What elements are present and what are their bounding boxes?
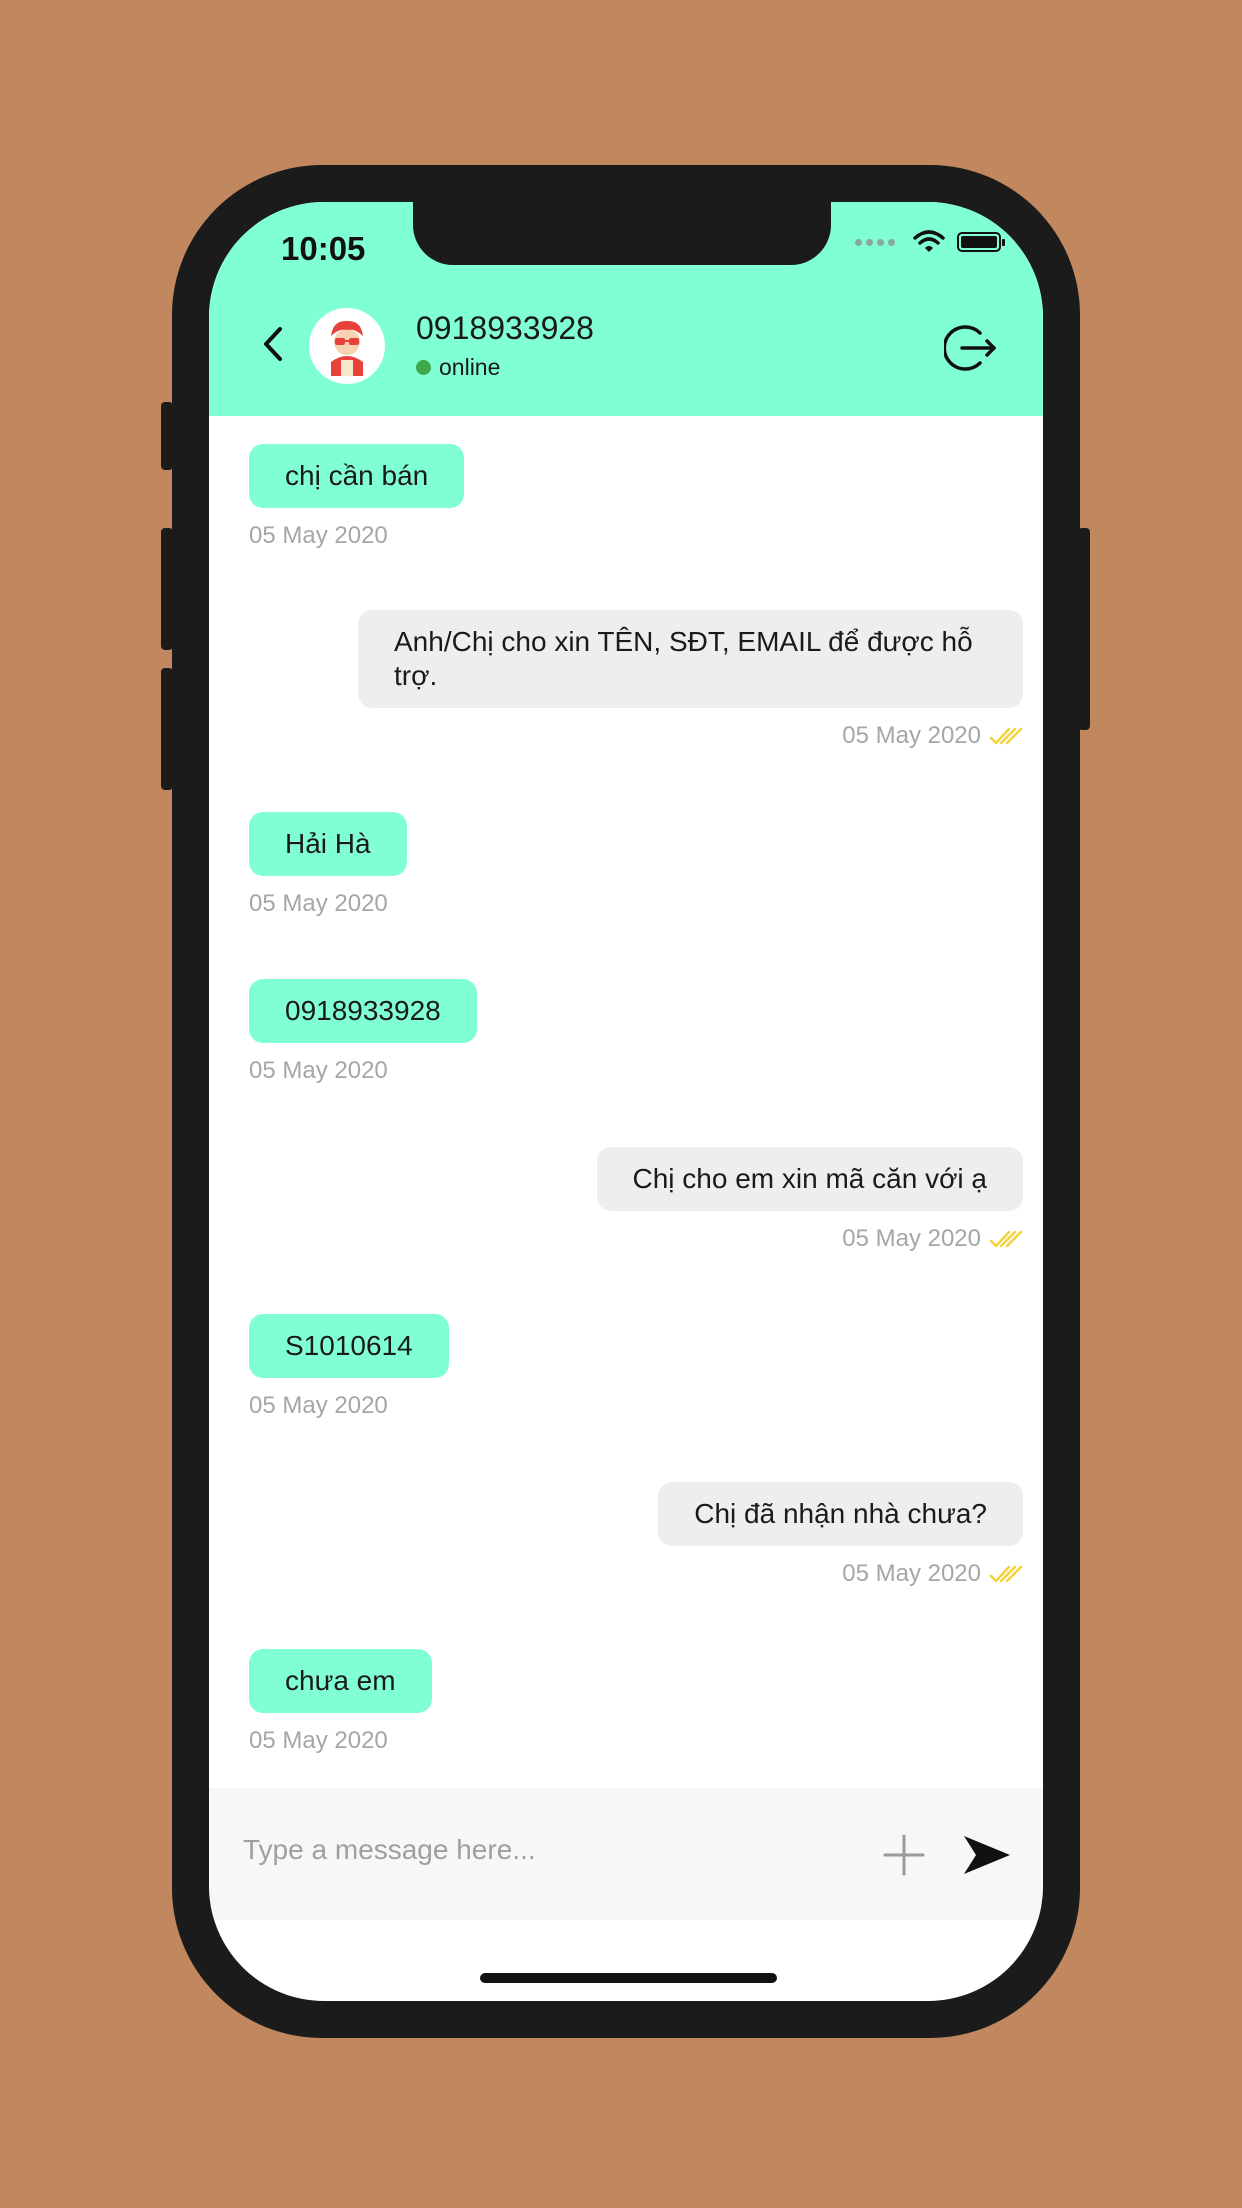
message-date: 05 May 2020 <box>249 1392 388 1419</box>
presence-status: online <box>416 354 500 381</box>
wifi-icon <box>913 230 945 252</box>
message-date: 05 May 2020 <box>249 1057 388 1084</box>
message-input[interactable]: Type a message here... <box>243 1834 536 1866</box>
logout-button[interactable] <box>943 320 999 376</box>
double-check-icon <box>989 1230 1023 1248</box>
message-list[interactable]: chị cần bán 05 May 2020 Anh/Chị cho xin … <box>209 416 1043 1788</box>
battery-icon <box>957 232 1005 252</box>
message-incoming: Hải Hà 05 May 2020 <box>249 812 407 918</box>
message-incoming: 0918933928 05 May 2020 <box>249 979 477 1085</box>
message-bubble[interactable]: Chị cho em xin mã căn với ạ <box>596 1147 1023 1211</box>
message-incoming: S1010614 05 May 2020 <box>249 1314 449 1420</box>
double-check-icon <box>989 1565 1023 1583</box>
message-date: 05 May 2020 <box>842 1225 981 1252</box>
notch <box>413 202 831 265</box>
online-dot-icon <box>416 360 431 375</box>
message-date: 05 May 2020 <box>249 1727 388 1754</box>
message-bubble[interactable]: Chị đã nhận nhà chưa? <box>658 1482 1023 1546</box>
logout-icon <box>944 325 996 371</box>
signal-icon <box>855 238 895 246</box>
phone-frame: 10:05 0918933928 online chị cần bán 05 M… <box>172 165 1080 2038</box>
message-bubble[interactable]: Hải Hà <box>249 812 407 876</box>
chevron-left-icon <box>264 327 282 361</box>
double-check-icon <box>989 727 1023 745</box>
home-indicator[interactable] <box>480 1973 777 1983</box>
back-button[interactable] <box>255 326 291 362</box>
message-date: 05 May 2020 <box>249 522 388 549</box>
message-bubble[interactable]: Anh/Chị cho xin TÊN, SĐT, EMAIL để được … <box>358 610 1023 708</box>
message-outgoing: Chị đã nhận nhà chưa? 05 May 2020 <box>658 1482 1023 1588</box>
send-icon <box>964 1836 1010 1874</box>
send-button[interactable] <box>962 1832 1012 1878</box>
screen: 10:05 0918933928 online chị cần bán 05 M… <box>209 202 1043 2001</box>
message-date: 05 May 2020 <box>249 890 388 917</box>
message-date: 05 May 2020 <box>842 1560 981 1587</box>
plus-icon <box>883 1834 925 1876</box>
status-icons <box>855 230 1005 254</box>
message-incoming: chưa em 05 May 2020 <box>249 1649 432 1755</box>
message-bubble[interactable]: chị cần bán <box>249 444 465 508</box>
contact-name: 0918933928 <box>416 310 594 346</box>
message-incoming: chị cần bán 05 May 2020 <box>249 444 465 550</box>
user-avatar-icon <box>331 320 363 376</box>
message-date: 05 May 2020 <box>842 722 981 749</box>
message-bubble[interactable]: 0918933928 <box>249 979 477 1043</box>
message-bubble[interactable]: chưa em <box>249 1649 432 1713</box>
attach-button[interactable] <box>881 1832 927 1878</box>
message-composer: Type a message here... <box>209 1788 1043 1920</box>
avatar[interactable] <box>309 308 385 384</box>
status-time: 10:05 <box>281 230 366 267</box>
message-outgoing: Anh/Chị cho xin TÊN, SĐT, EMAIL để được … <box>358 610 1023 750</box>
presence-label: online <box>439 354 501 380</box>
message-bubble[interactable]: S1010614 <box>249 1314 449 1378</box>
message-outgoing: Chị cho em xin mã căn với ạ 05 May 2020 <box>596 1147 1023 1253</box>
